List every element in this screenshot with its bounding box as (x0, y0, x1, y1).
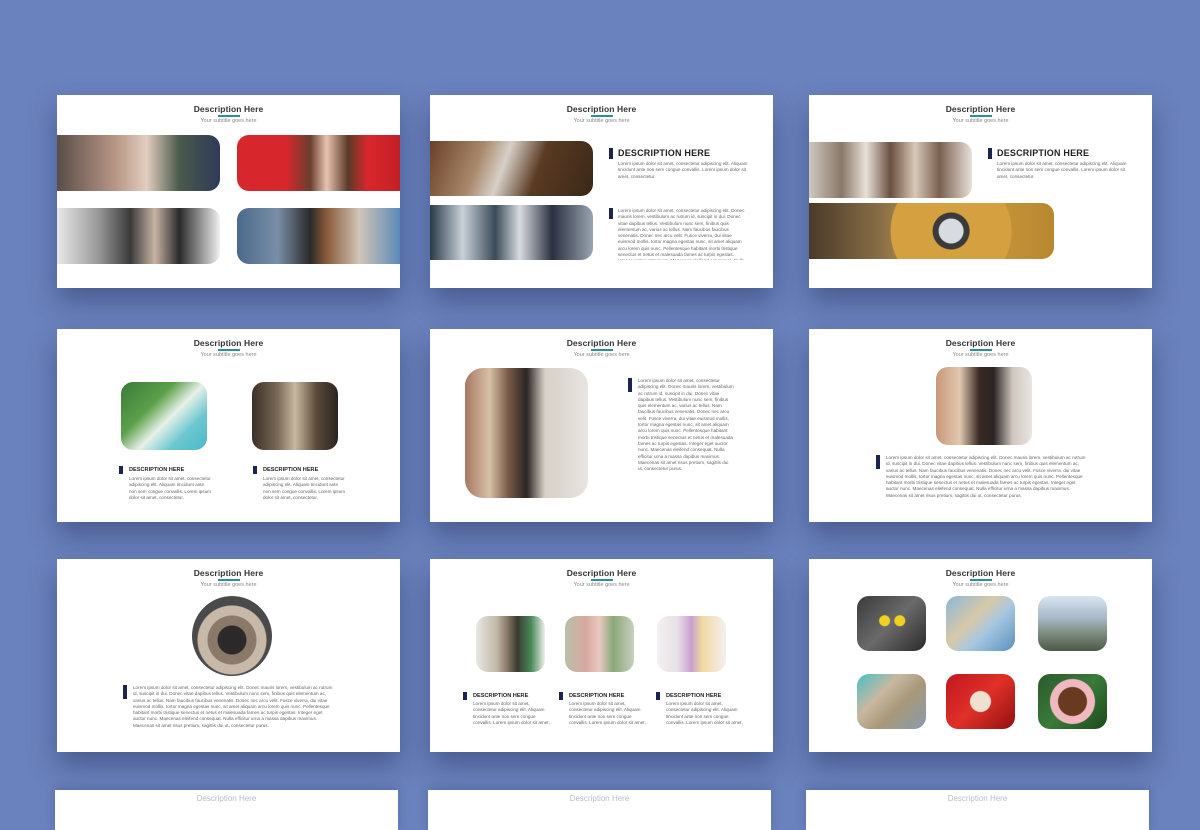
photo-camera-man (57, 208, 220, 264)
slide-title: Description Here (945, 338, 1016, 348)
photo-woman-red (237, 135, 400, 191)
photo-cat-sunglasses (857, 596, 926, 651)
photo-hat-plant (476, 616, 545, 672)
photo-crowd (430, 205, 593, 260)
photo-train-station (252, 382, 338, 450)
heading-marker (656, 692, 660, 700)
slide-title: Description Here (193, 338, 264, 348)
title-underline (590, 579, 613, 581)
photo-woman-window (465, 368, 588, 498)
title-underline (217, 349, 240, 351)
title-underline (969, 349, 992, 351)
photo-dancer-red (946, 674, 1015, 729)
slide-7[interactable]: Description Here Your subtitle goes here… (57, 559, 400, 752)
slide-10-partial[interactable]: Description Here (55, 790, 398, 830)
paragraph: Lorem ipsum dolor sit amet, consectetur … (133, 685, 333, 728)
paragraph-marker (123, 685, 127, 699)
slide-title: Description Here (947, 794, 1008, 803)
photo-coffee-beans (1038, 674, 1107, 729)
slide-8[interactable]: Description Here Your subtitle goes here… (430, 559, 773, 752)
title-underline (969, 579, 992, 581)
slide-subtitle: Your subtitle goes here (952, 118, 1009, 124)
slide-2[interactable]: Description Here Your subtitle goes here… (430, 95, 773, 288)
photo-violinist (237, 208, 400, 264)
paragraph: Lorem ipsum dolor sit amet, consectetur … (263, 476, 345, 500)
slide-5[interactable]: Description Here Your subtitle goes here… (430, 329, 773, 522)
slide-heading: DESCRIPTION HERE (473, 693, 529, 699)
photo-map-hand (857, 674, 926, 729)
slide-subtitle: Your subtitle goes here (573, 352, 630, 358)
slide-heading: DESCRIPTION HERE (666, 693, 722, 699)
slide-subtitle: Your subtitle goes here (200, 582, 257, 588)
photo-blue-paint (946, 596, 1015, 651)
slide-title: Description Here (566, 104, 637, 114)
heading-marker (559, 692, 563, 700)
slide-title: Description Here (193, 104, 264, 114)
paragraph-marker (609, 208, 613, 219)
photo-woman-smiling (936, 367, 1032, 445)
slide-title: Description Here (945, 568, 1016, 578)
paragraph: Lorem ipsum dolor sit amet, consectetur … (886, 455, 1086, 498)
title-underline (969, 115, 992, 117)
slide-4[interactable]: Description Here Your subtitle goes here… (57, 329, 400, 522)
slide-heading: DESCRIPTION HERE (263, 467, 319, 473)
slide-title: Description Here (193, 568, 264, 578)
paragraph: Lorem ipsum dolor sit amet, consectetur … (618, 161, 748, 179)
slide-title: Description Here (566, 568, 637, 578)
paragraph-marker (628, 378, 632, 392)
slide-subtitle: Your subtitle goes here (573, 582, 630, 588)
slide-9[interactable]: Description Here Your subtitle goes here (809, 559, 1152, 752)
paragraph: Lorem ipsum dolor sit amet, consectetur … (129, 476, 211, 500)
paragraph: Lorem ipsum dolor sit amet, consectetur … (618, 208, 745, 260)
photo-travel-bag (430, 141, 593, 196)
paragraph-marker (876, 455, 880, 469)
heading-marker (609, 148, 613, 159)
title-underline (217, 115, 240, 117)
slide-6[interactable]: Description Here Your subtitle goes here… (809, 329, 1152, 522)
paragraph: Lorem ipsum dolor sit amet, consectetur … (666, 701, 743, 727)
title-underline (217, 579, 240, 581)
slide-subtitle: Your subtitle goes here (200, 352, 257, 358)
paragraph: Lorem ipsum dolor sit amet, consectetur … (638, 378, 734, 472)
heading-marker (988, 148, 992, 159)
paragraph: Lorem ipsum dolor sit amet, consectetur … (569, 701, 646, 727)
slide-heading: DESCRIPTION HERE (997, 148, 1090, 158)
slide-title: Description Here (196, 794, 257, 803)
slide-3[interactable]: Description Here Your subtitle goes here… (809, 95, 1152, 288)
slide-title: Description Here (569, 794, 630, 803)
photo-car-headlight (809, 203, 1054, 259)
heading-marker (119, 466, 123, 474)
slide-11-partial[interactable]: Description Here (428, 790, 771, 830)
slide-title: Description Here (945, 104, 1016, 114)
photo-woman-hood (57, 135, 220, 191)
photo-mountain-hiker (1038, 596, 1107, 651)
slide-12-partial[interactable]: Description Here (806, 790, 1149, 830)
photo-friends (809, 142, 972, 198)
heading-marker (463, 692, 467, 700)
photo-tulips (565, 616, 634, 672)
slide-heading: DESCRIPTION HERE (569, 693, 625, 699)
slide-subtitle: Your subtitle goes here (952, 352, 1009, 358)
photo-tropical-island (121, 382, 207, 450)
title-underline (590, 115, 613, 117)
slide-subtitle: Your subtitle goes here (200, 118, 257, 124)
slide-subtitle: Your subtitle goes here (952, 582, 1009, 588)
paragraph: Lorem ipsum dolor sit amet, consectetur … (473, 701, 550, 727)
photo-cake (657, 616, 726, 672)
paragraph: Lorem ipsum dolor sit amet, consectetur … (997, 161, 1127, 179)
heading-marker (253, 466, 257, 474)
photo-photographer-circle (192, 596, 272, 676)
title-underline (590, 349, 613, 351)
slide-title: Description Here (566, 338, 637, 348)
slide-heading: DESCRIPTION HERE (129, 467, 185, 473)
slide-heading: DESCRIPTION HERE (618, 148, 711, 158)
slide-subtitle: Your subtitle goes here (573, 118, 630, 124)
slide-1[interactable]: Description Here Your subtitle goes here (57, 95, 400, 288)
